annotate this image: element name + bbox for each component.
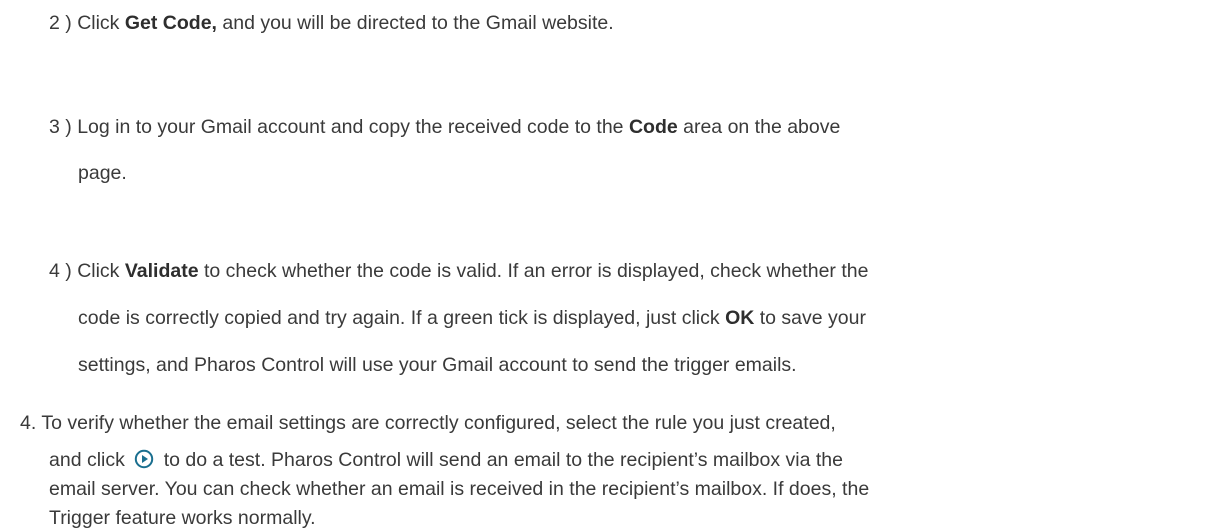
step-3-text-pre: Log in to your Gmail account and copy th…: [77, 116, 624, 138]
step-2-text-pre: Click: [77, 12, 120, 34]
step-2-number: 2 ): [49, 12, 72, 34]
step-4-line-3: settings, and Pharos Control will use yo…: [78, 354, 797, 376]
step-4-line-1: 4 ) Click Validate to check whether the …: [49, 259, 868, 283]
step-2-line: 2 ) Click Get Code, and you will be dire…: [49, 11, 614, 35]
item-4-line-1: 4. To verify whether the email settings …: [20, 411, 836, 435]
item-4-line-2-pre: and click: [49, 449, 125, 471]
step-4-text-pre: Click: [77, 260, 120, 282]
step-4-line-2: code is correctly copied and try again. …: [78, 306, 866, 330]
step-4-text-post: to check whether the code is valid. If a…: [204, 260, 869, 282]
step-3-line-1: 3 ) Log in to your Gmail account and cop…: [49, 115, 840, 139]
step-4-line-2-pre: code is correctly copied and try again. …: [78, 307, 720, 329]
item-4-line-3: email server. You can check whether an e…: [49, 478, 870, 500]
play-icon: [134, 449, 154, 469]
step-4-bold-ok: OK: [725, 307, 755, 329]
step-2-text-post: and you will be directed to the Gmail we…: [222, 12, 614, 34]
item-4-line-2: and click to do a test. Pharos Control w…: [49, 448, 843, 472]
item-4-line-2-post: to do a test. Pharos Control will send a…: [163, 449, 843, 471]
step-2-bold-get-code: Get Code,: [124, 12, 217, 34]
document-page: 2 ) Click Get Code, and you will be dire…: [0, 0, 1216, 531]
step-3-line-2: page.: [78, 162, 127, 184]
step-4-line-2-post: to save your: [759, 307, 866, 329]
item-4-line-1-text: To verify whether the email settings are…: [41, 412, 836, 434]
step-4-bold-validate: Validate: [124, 260, 199, 282]
step-3-number: 3 ): [49, 116, 72, 138]
item-4-line-4: Trigger feature works normally.: [49, 507, 316, 529]
step-3-text-post: area on the above: [683, 116, 841, 138]
item-4-number: 4.: [20, 412, 37, 434]
step-4-number: 4 ): [49, 260, 72, 282]
step-3-bold-code: Code: [628, 116, 678, 138]
